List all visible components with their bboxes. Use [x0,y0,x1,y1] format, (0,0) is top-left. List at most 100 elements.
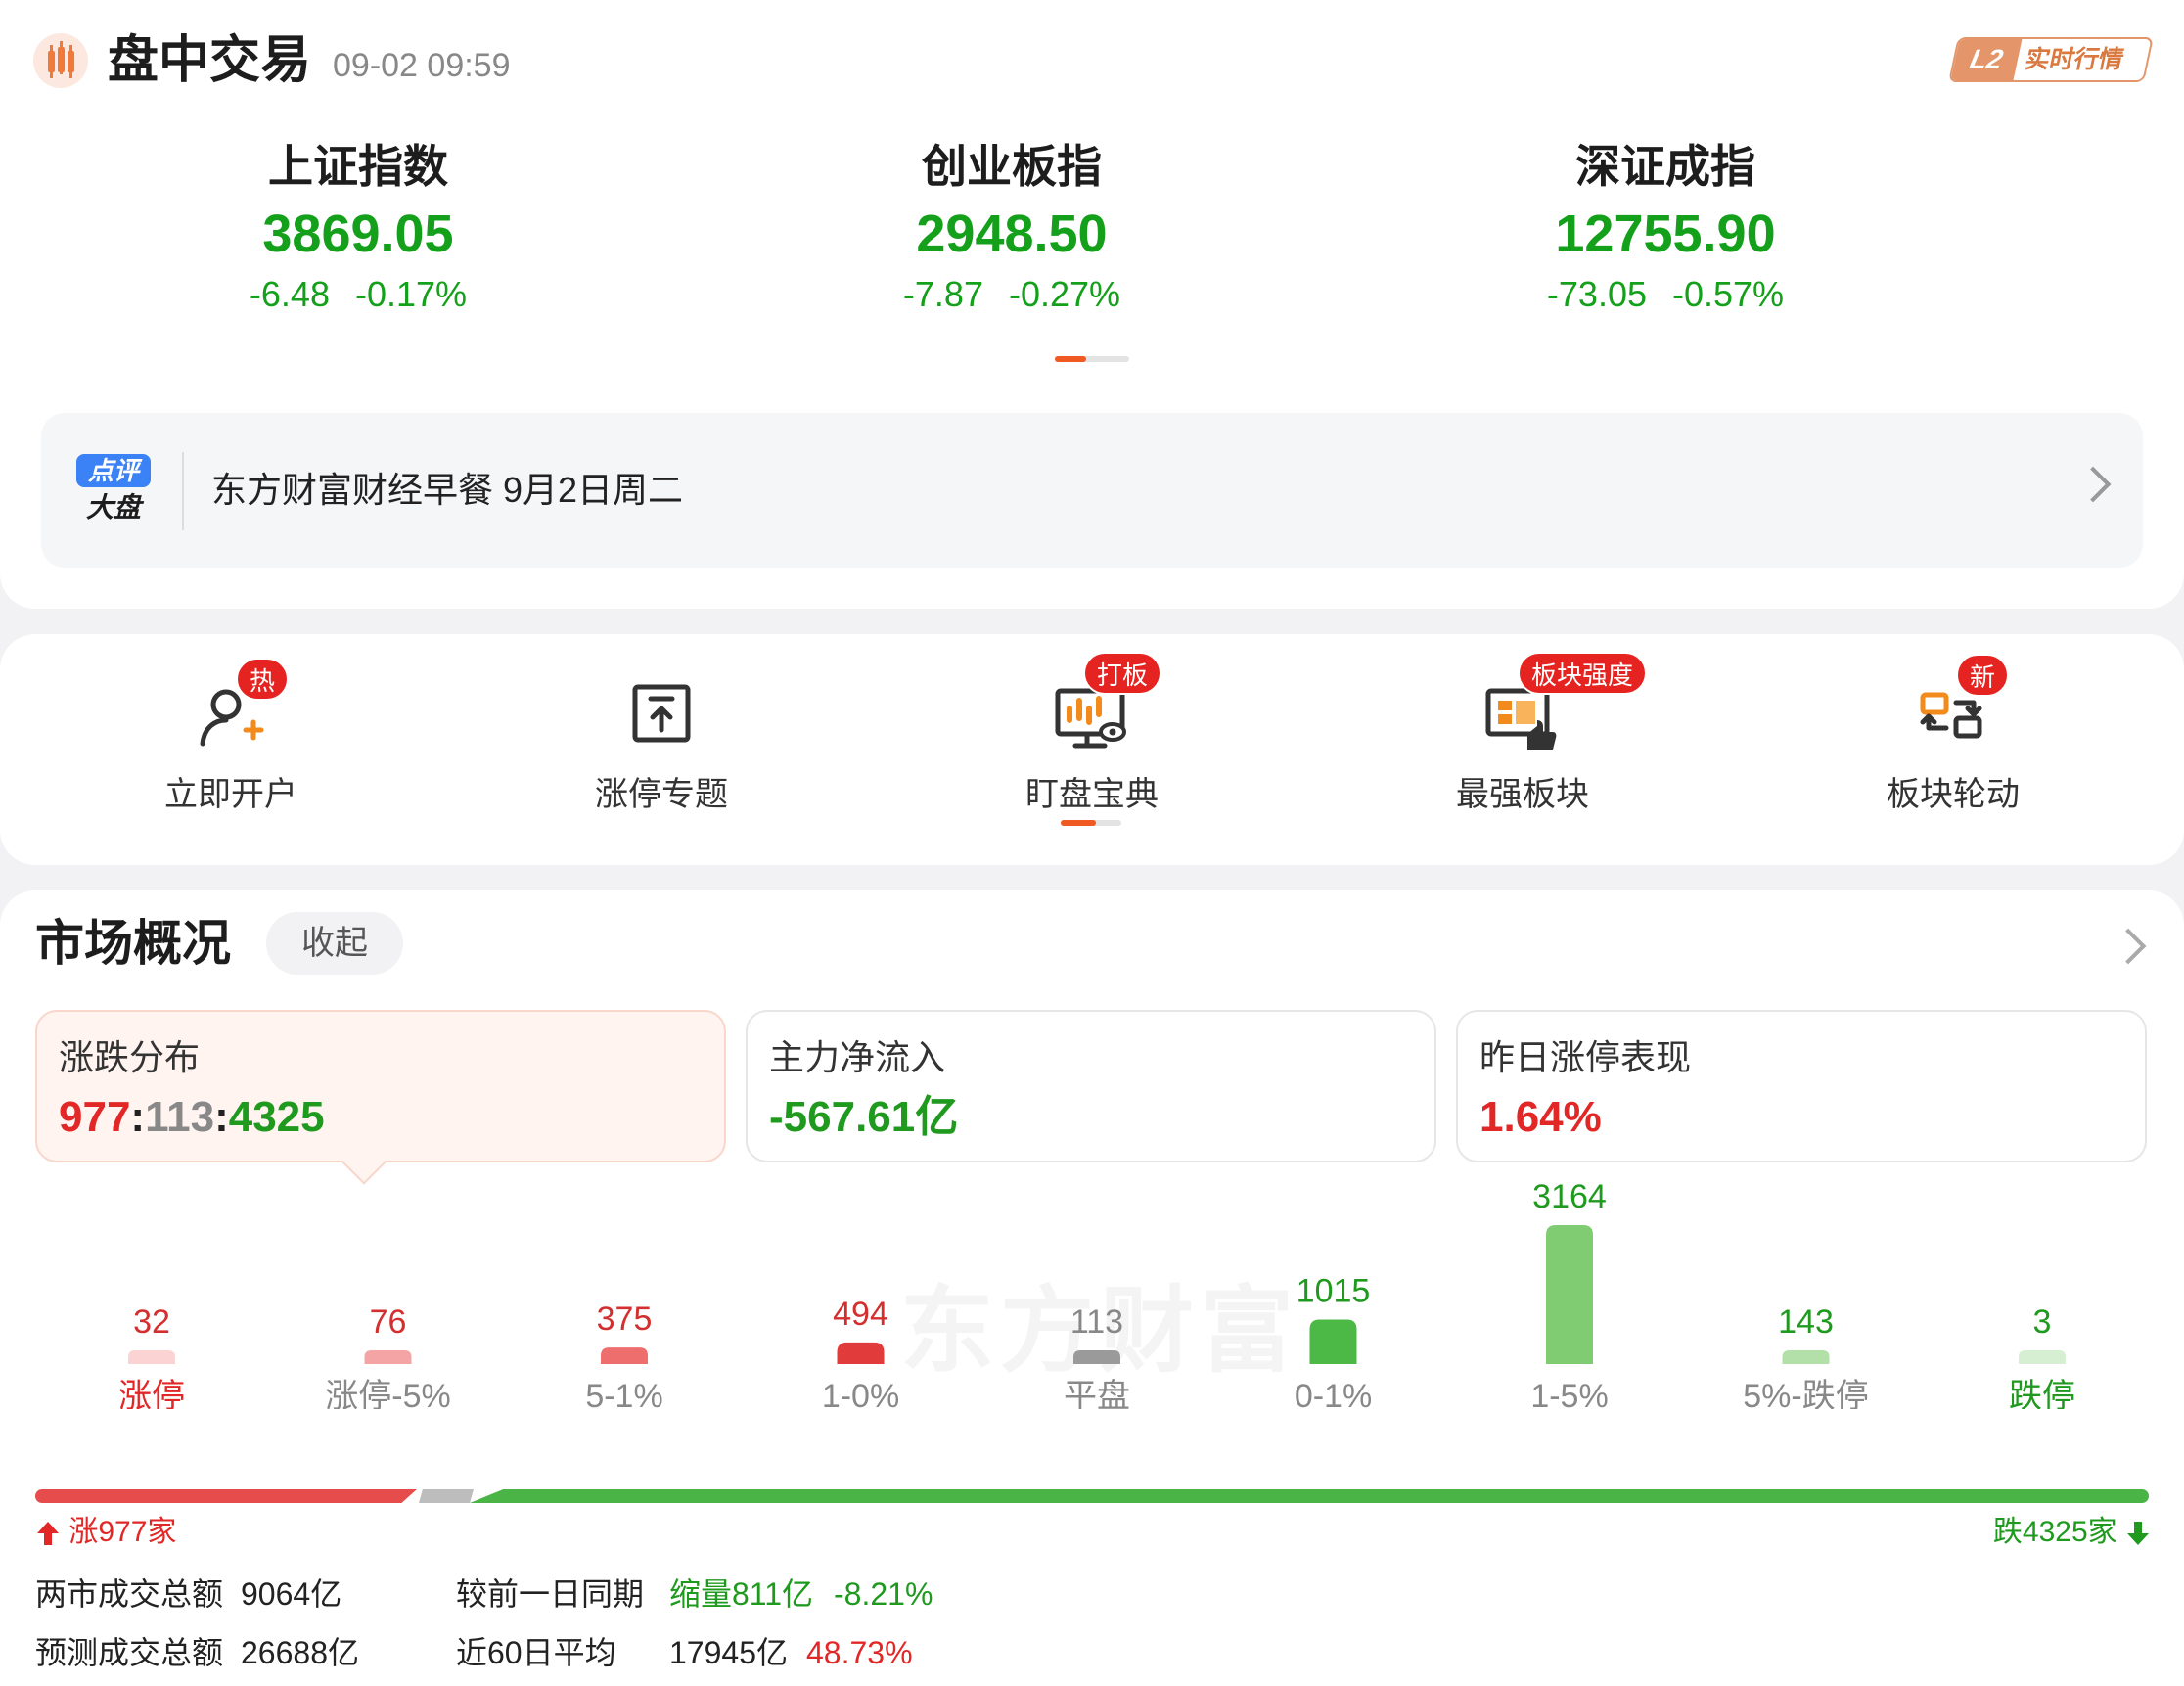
index-value: 3869.05 [262,205,454,263]
distribution-value-6: 3164 [1532,1184,1607,1215]
distribution-category-2: 5-1% [585,1378,662,1409]
distribution-value-3: 494 [833,1296,888,1333]
shortcut-watch-guide[interactable]: 打板 盯盘宝典 [965,652,1219,826]
down-count-summary: 跌4325家 [1993,1511,2151,1554]
monitor-chart-icon: 打板 [1048,652,1162,757]
up-count-text: 涨977家 [68,1516,177,1548]
index-name: 深证成指 [1575,141,1755,192]
index-value: 2948.50 [916,205,1108,263]
stat-label: 涨跌分布 [59,1037,201,1077]
distribution-bar-3 [837,1342,885,1364]
distribution-value-7: 143 [1778,1303,1834,1341]
distribution-bar-4 [1073,1350,1120,1364]
shortcut-limit-up-topic[interactable]: 涨停专题 [534,669,789,818]
flat-count: 113 [145,1093,215,1141]
index-value: 12755.90 [1555,205,1776,263]
shortcut-page-indicator [1061,820,1121,826]
sector-strength-tag: 板块强度 [1518,652,1648,695]
index-change: -6.48 [249,274,330,314]
down-count: 4325 [228,1093,325,1141]
l2-label: 实时行情 [2023,46,2126,73]
arrow-up-icon [37,1522,59,1546]
review-badge: 点评 [76,454,151,487]
index-shenzhen[interactable]: 深证成指 12755.90 -73.05 -0.57% [1460,137,1871,319]
distribution-category-4: 平盘 [1064,1378,1130,1409]
stat-value: -567.61亿 [769,1093,959,1141]
distribution-chart: 32涨停76涨停-5%3755-1%4941-0%113平盘10150-1%31… [118,1184,2075,1409]
market-badge: 大盘 [85,492,141,523]
distribution-value-8: 3 [2033,1303,2052,1341]
distribution-category-5: 0-1% [1295,1378,1372,1409]
limit-up-tag: 打板 [1083,652,1162,695]
shortcut-label: 涨停专题 [595,776,728,813]
user-add-icon: 热 [187,658,290,757]
distribution-category-0: 涨停 [118,1378,185,1409]
sector-strength-icon: 板块强度 [1479,652,1648,757]
distribution-bar-2 [601,1347,648,1364]
index-change: -7.87 [902,274,983,314]
index-chinext[interactable]: 创业板指 2948.50 -7.87 -0.27% [806,137,1217,319]
index-name: 创业板指 [922,141,1102,192]
hot-tag: 热 [236,658,290,701]
index-pct: -0.27% [1008,274,1121,314]
turnover-avg-label: 近60日平均 [456,1635,616,1670]
index-pct: -0.57% [1672,274,1785,314]
turnover-compare-label: 较前一日同期 [456,1576,645,1612]
distribution-value-2: 375 [597,1300,653,1338]
stat-up-down-distribution[interactable]: 涨跌分布 977:113:4325 [35,1010,726,1162]
collapse-button[interactable]: 收起 [266,912,403,975]
shortcut-strongest-sector[interactable]: 板块强度 最强板块 [1395,652,1650,818]
distribution-value-5: 1015 [1297,1272,1371,1309]
trade-time: 09-02 09:59 [333,47,511,84]
index-change: -73.05 [1546,274,1647,314]
turnover-total-value: 9064亿 [241,1576,342,1612]
shortcut-sector-rotation[interactable]: 新 板块轮动 [1826,654,2080,818]
stat-yesterday-limit-up[interactable]: 昨日涨停表现 1.64% [1456,1010,2147,1162]
section-title: 市场概况 [35,916,231,971]
l2-badge: L2 [1950,39,2023,80]
ratio-flat-segment [419,1489,474,1503]
page-title: 盘中交易 [108,32,312,89]
distribution-category-1: 涨停-5% [325,1378,450,1409]
ratio-down-segment [470,1489,2149,1503]
stat-label: 主力净流入 [769,1037,946,1077]
shortcut-label: 盯盘宝典 [1025,776,1159,813]
l2-realtime-button[interactable]: L2 实时行情 [1948,37,2154,82]
distribution-bar-6 [1546,1225,1593,1364]
up-count-summary: 涨977家 [35,1511,176,1554]
turnover-forecast-label: 预测成交总额 [35,1635,224,1670]
shortcut-open-account[interactable]: 热 立即开户 [104,658,358,818]
distribution-category-6: 1-5% [1530,1378,1608,1409]
stat-value: 1.64% [1479,1093,1602,1141]
news-banner[interactable]: 点评 大盘 东方财富财经早餐 9月2日周二 [41,413,2143,568]
index-page-indicator [1055,356,1129,362]
upload-box-icon [617,669,705,757]
turnover-forecast-value: 26688亿 [241,1635,359,1670]
turnover-avg-value: 17945亿 [669,1635,788,1670]
up-count: 977 [59,1093,131,1141]
shortcut-card: 热 立即开户 涨停专题 打板 盯盘宝典 板块强度 最强板块 新 板块轮动 [0,634,2184,865]
chevron-right-icon [2074,466,2112,503]
header-card: 盘中交易 09-02 09:59 L2 实时行情 上证指数 3869.05 -6… [0,0,2184,609]
candlestick-logo-icon [33,33,88,88]
new-tag: 新 [1956,654,2010,697]
index-name: 上证指数 [268,141,448,192]
distribution-category-7: 5%-跌停 [1743,1378,1868,1409]
chevron-right-icon[interactable] [2110,928,2147,965]
turnover-total-label: 两市成交总额 [35,1576,224,1612]
ratio-up-segment [35,1489,417,1503]
distribution-value-0: 32 [133,1303,170,1341]
index-pct: -0.17% [354,274,468,314]
down-count-text: 跌4325家 [1992,1516,2117,1548]
stat-main-net-inflow[interactable]: 主力净流入 -567.61亿 [746,1010,1436,1162]
distribution-bar-7 [1782,1350,1830,1364]
distribution-value-4: 113 [1070,1303,1123,1341]
shortcut-label: 立即开户 [164,776,297,813]
market-overview-card: 市场概况 收起 涨跌分布 977:113:4325 主力净流入 -567.61亿… [0,890,2184,1686]
distribution-category-3: 1-0% [822,1378,899,1409]
shortcut-label: 板块轮动 [1887,776,2020,813]
divider [182,452,184,530]
stat-value: 977:113:4325 [59,1093,325,1141]
index-shanghai[interactable]: 上证指数 3869.05 -6.48 -0.17% [153,137,564,319]
distribution-bar-8 [2019,1350,2066,1364]
